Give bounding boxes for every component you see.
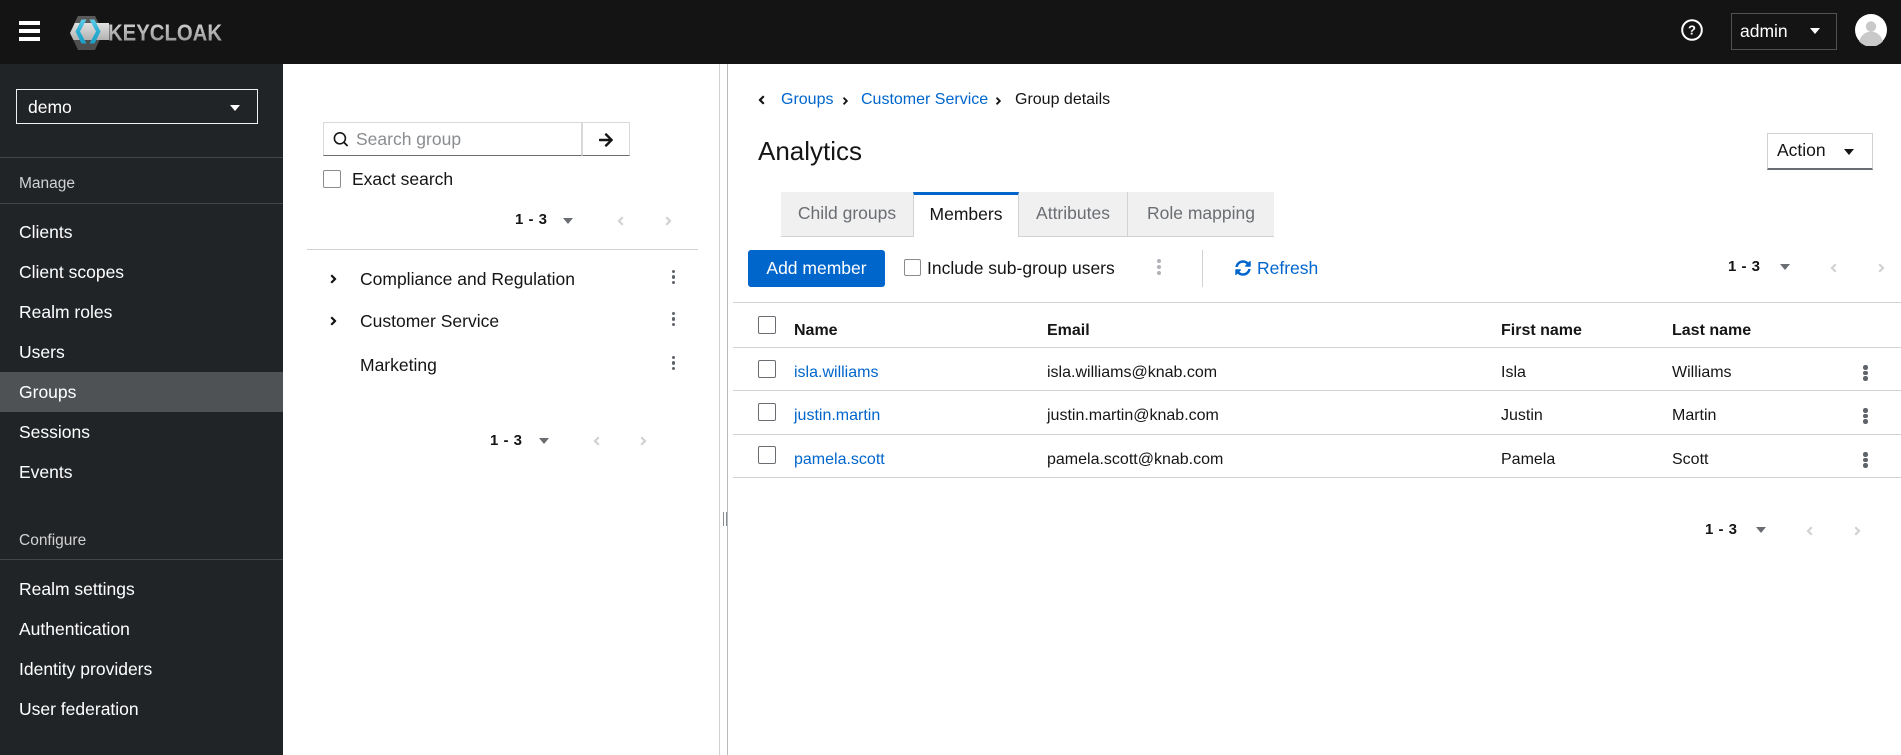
svg-text:?: ? — [1688, 23, 1696, 38]
svg-text:KEYCLOAK: KEYCLOAK — [108, 20, 222, 46]
